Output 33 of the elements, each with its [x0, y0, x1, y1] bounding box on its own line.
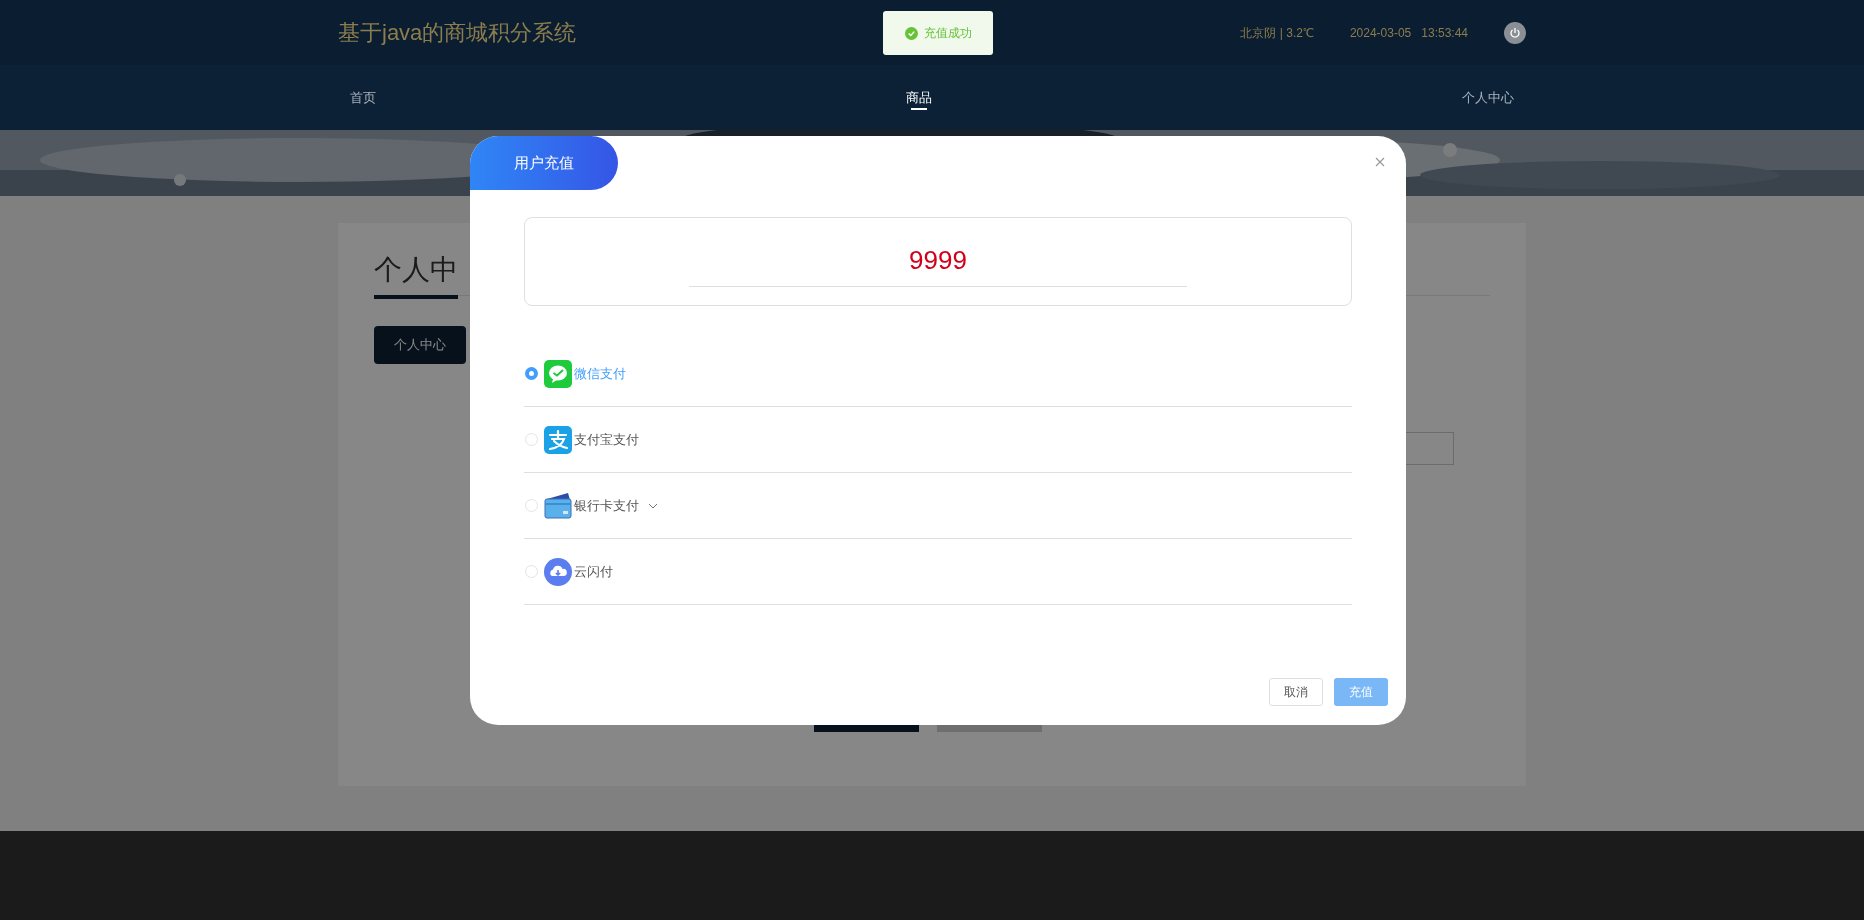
- dialog-title: 用户充值: [470, 136, 618, 190]
- payment-label: 微信支付: [574, 364, 626, 383]
- chat-bubble-icon: [544, 359, 572, 388]
- amount-field[interactable]: 9999: [689, 241, 1187, 287]
- radio[interactable]: [525, 367, 538, 380]
- nav-tab[interactable]: 个人中心: [1462, 65, 1514, 130]
- payment-option[interactable]: 支付宝支付: [524, 407, 1352, 473]
- time-text: 13:53:44: [1421, 24, 1468, 42]
- payment-logo-icon: [544, 425, 572, 454]
- site-title: 基于java的商城积分系统: [338, 19, 577, 47]
- payment-label: 支付宝支付: [574, 430, 639, 449]
- bank-card-icon: [544, 491, 572, 520]
- radio[interactable]: [525, 565, 538, 578]
- nav-tab[interactable]: 商品: [906, 65, 932, 130]
- check-circle-icon: [904, 26, 918, 40]
- payment-label: 银行卡支付: [574, 496, 639, 515]
- payment-option[interactable]: 云闪付: [524, 539, 1352, 605]
- payment-label: 云闪付: [574, 562, 613, 581]
- payment-option[interactable]: 银行卡支付: [524, 473, 1352, 539]
- power-icon: [1509, 26, 1521, 39]
- cancel-button[interactable]: 取消: [1269, 678, 1323, 706]
- date-text: 2024-03-05: [1349, 24, 1412, 42]
- power-button[interactable]: [1504, 21, 1526, 44]
- close-icon: [1375, 157, 1385, 167]
- toast-message: 充值成功: [923, 25, 972, 42]
- page-title: 个人中: [374, 249, 458, 299]
- nav-tab[interactable]: 首页: [350, 65, 376, 130]
- chevron-down-icon[interactable]: [648, 502, 658, 509]
- menu-button[interactable]: 个人中心: [374, 326, 466, 364]
- cloud-icon: [544, 557, 572, 586]
- weather-text: 北京阴 | 3.2℃: [1240, 24, 1314, 42]
- radio[interactable]: [525, 499, 538, 512]
- radio[interactable]: [525, 433, 538, 446]
